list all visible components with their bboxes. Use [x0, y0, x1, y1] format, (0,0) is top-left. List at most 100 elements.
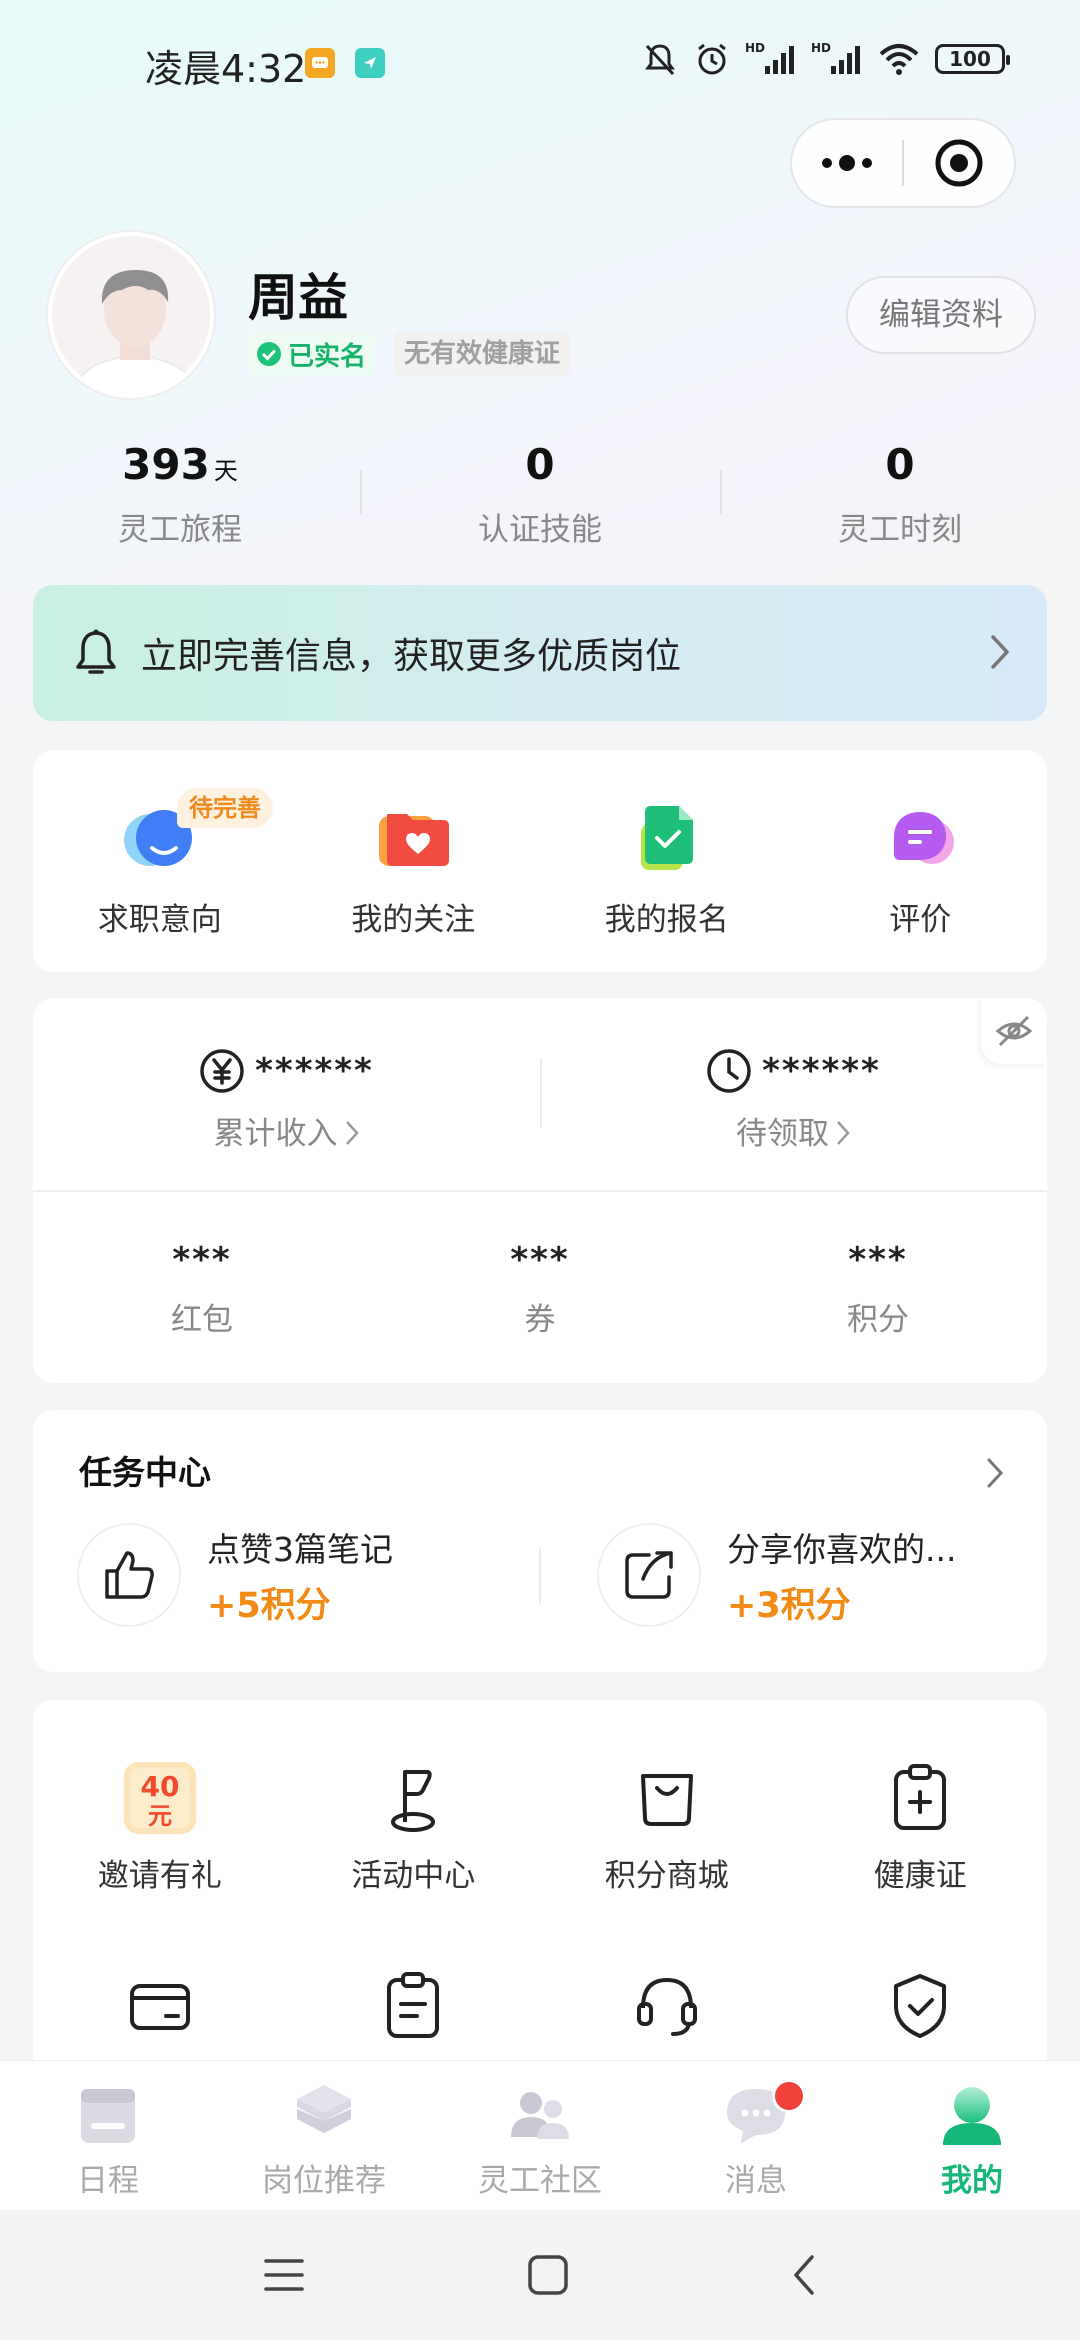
svg-text:HD: HD	[745, 41, 765, 55]
stat-label: 灵工时刻	[838, 512, 962, 548]
close-miniprogram-button[interactable]	[904, 120, 1014, 206]
job-intent-button[interactable]: 求职意向 待完善	[33, 750, 287, 972]
home-square-icon[interactable]	[526, 2253, 570, 2297]
back-icon[interactable]	[790, 2253, 818, 2297]
bell-icon	[76, 629, 116, 674]
favorites-button[interactable]: 我的关注	[287, 750, 541, 972]
status-icons: HD HD 100	[641, 40, 1010, 78]
task-name: 分享你喜欢的...	[727, 1529, 957, 1569]
banner-text: 立即完善信息，获取更多优质岗位	[141, 636, 682, 677]
profile-person-icon	[943, 2087, 1001, 2145]
income-label: 累计收入	[213, 1116, 338, 1152]
menu-icon[interactable]	[262, 2255, 306, 2295]
quick-action-label: 我的关注	[351, 902, 476, 938]
activity-center-button[interactable]: 活动中心	[287, 1760, 541, 1895]
clock-icon	[707, 1049, 751, 1093]
security-button[interactable]	[794, 1968, 1048, 2044]
review-button[interactable]: 评价	[794, 750, 1048, 972]
clipboard-plus-icon	[894, 1764, 947, 1830]
applications-button[interactable]: 我的报名	[540, 750, 794, 972]
verified-label: 已实名	[288, 341, 367, 372]
task-divider	[539, 1548, 541, 1604]
system-navigation-bar	[0, 2210, 1080, 2340]
points-mall-button[interactable]: 积分商城	[540, 1760, 794, 1895]
stat-value: 0	[525, 440, 555, 489]
red-packet-value: ***	[172, 1240, 232, 1280]
assets-card: ****** 累计收入 ****** 待领取 *** 红包 *** 券 *** …	[33, 998, 1047, 1383]
task-center-card: 任务中心 点赞3篇笔记 +5积分 分享你喜欢的... +3积分	[33, 1410, 1047, 1672]
tab-label: 消息	[725, 2163, 787, 2199]
stat-journey[interactable]: 393 天 灵工旅程	[0, 440, 360, 550]
tab-job-recommend[interactable]: 岗位推荐	[216, 2061, 432, 2210]
services-card: 40 元 邀请有礼 活动中心 积分商城 健康证	[33, 1700, 1047, 2120]
avatar-placeholder-icon	[52, 236, 210, 394]
records-button[interactable]	[287, 1968, 541, 2044]
share-icon	[597, 1523, 701, 1627]
tab-label: 灵工社区	[478, 2163, 602, 2199]
complete-info-banner[interactable]: 立即完善信息，获取更多优质岗位	[33, 585, 1047, 721]
verified-check-icon	[257, 342, 281, 366]
stat-skills[interactable]: 0 认证技能	[360, 440, 720, 550]
battery-indicator: 100	[935, 44, 1010, 74]
pending-label: 待领取	[736, 1116, 829, 1152]
income-value: ******	[255, 1051, 374, 1091]
task-share[interactable]: 分享你喜欢的... +3积分	[597, 1520, 956, 1630]
tab-community[interactable]: 灵工社区	[432, 2061, 648, 2210]
stat-moments[interactable]: 0 灵工时刻	[720, 440, 1080, 550]
points-value: ***	[848, 1240, 908, 1280]
red-packet-label: 红包	[171, 1302, 233, 1338]
message-notification-icon	[305, 48, 335, 78]
thumbs-up-icon	[77, 1523, 181, 1627]
task-points: +3积分	[727, 1585, 851, 1626]
chevron-right-icon[interactable]	[985, 1456, 1005, 1490]
tab-label: 我的	[941, 2163, 1003, 2199]
community-people-icon	[511, 2092, 569, 2139]
location-notification-icon	[355, 48, 385, 78]
miniprogram-capsule	[790, 118, 1016, 208]
pending-tag: 待完善	[177, 788, 273, 828]
points-label: 积分	[847, 1302, 909, 1338]
points[interactable]: *** 积分	[709, 1192, 1047, 1382]
invite-rewards-button[interactable]: 40 元 邀请有礼	[33, 1760, 287, 1895]
invite-badge-bottom: 元	[148, 1802, 172, 1830]
layers-icon	[297, 2085, 351, 2133]
stat-label: 灵工旅程	[118, 512, 242, 548]
pending-claim[interactable]: ****** 待领取	[540, 998, 1047, 1190]
task-like-notes[interactable]: 点赞3篇笔记 +5积分	[77, 1520, 393, 1630]
favorites-icon	[373, 802, 453, 872]
target-close-icon	[935, 139, 983, 187]
stat-value: 0	[885, 440, 915, 489]
edit-profile-button[interactable]: 编辑资料	[846, 276, 1036, 354]
quick-action-label: 评价	[889, 902, 952, 938]
invite-badge-top: 40	[140, 1770, 179, 1803]
tab-label: 岗位推荐	[262, 2163, 386, 2199]
chevron-right-icon	[991, 635, 1009, 669]
stat-unit: 天	[213, 457, 238, 485]
health-certificate-button[interactable]: 健康证	[794, 1760, 1048, 1895]
tab-schedule[interactable]: 日程	[0, 2061, 216, 2210]
customer-service-button[interactable]	[540, 1968, 794, 2044]
applications-icon	[627, 802, 707, 872]
quick-action-label: 求职意向	[97, 902, 222, 938]
yuan-icon	[200, 1049, 244, 1093]
pending-value: ******	[762, 1051, 881, 1091]
tab-messages[interactable]: 消息	[648, 2061, 864, 2210]
more-button[interactable]	[792, 120, 902, 206]
red-packet[interactable]: *** 红包	[33, 1192, 371, 1382]
calendar-icon	[81, 2089, 135, 2143]
flag-icon	[391, 1770, 436, 1832]
tab-mine[interactable]: 我的	[864, 2061, 1080, 2210]
hide-amounts-button[interactable]	[981, 998, 1047, 1064]
verified-badge[interactable]: 已实名	[248, 332, 377, 376]
quick-action-label: 我的报名	[604, 902, 729, 938]
health-certificate-badge[interactable]: 无有效健康证	[394, 332, 571, 376]
review-icon	[880, 802, 960, 872]
avatar[interactable]	[48, 232, 214, 398]
service-label: 健康证	[873, 1858, 967, 1894]
quick-actions-card: 求职意向 待完善 我的关注 我的报名 评价	[33, 750, 1047, 972]
coupon[interactable]: *** 券	[371, 1192, 709, 1382]
wallet-button[interactable]	[33, 1968, 287, 2044]
total-income[interactable]: ****** 累计收入	[33, 998, 540, 1190]
tab-label: 日程	[77, 2163, 139, 2199]
shopping-bag-icon	[640, 1774, 693, 1826]
